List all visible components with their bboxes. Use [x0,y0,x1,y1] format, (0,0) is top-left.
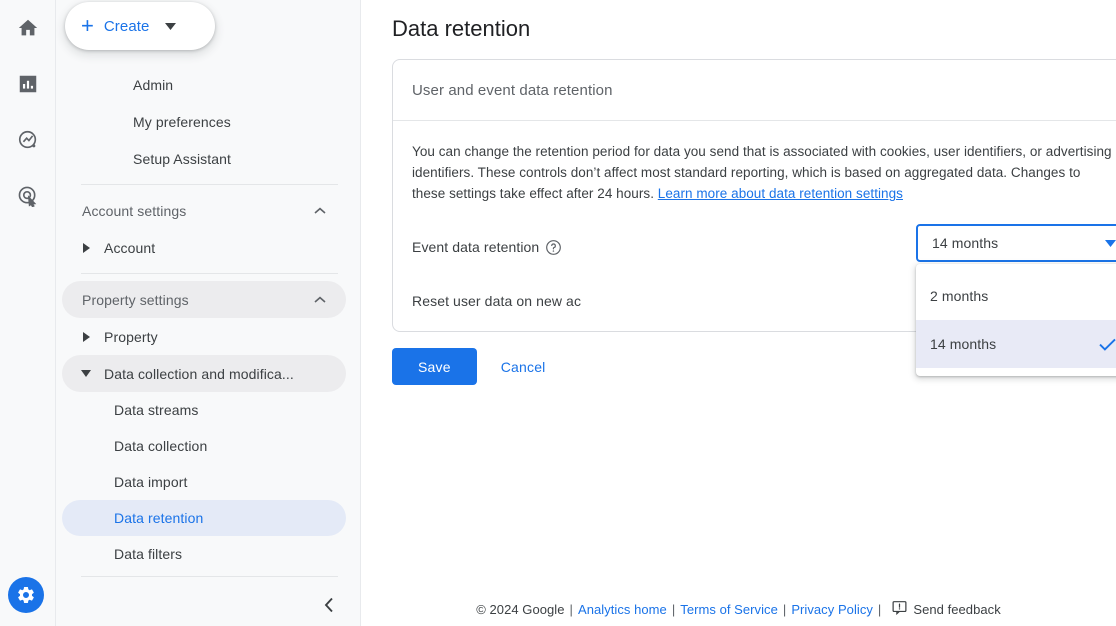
event-data-retention-label: Event data retention [412,239,562,256]
sidebar-item-setup-assistant[interactable]: Setup Assistant [56,140,360,177]
chevron-down-icon[interactable] [76,370,96,377]
sidebar-section-label: Account settings [82,203,186,219]
sidebar-item-label: Data collection [114,438,207,454]
sidebar-item-my-preferences[interactable]: My preferences [56,103,360,140]
event-data-retention-select[interactable]: 14 months [916,224,1116,262]
chevron-right-icon[interactable] [76,332,96,342]
chevron-up-icon [314,291,326,309]
sidebar-item-label: Property [104,329,158,345]
cancel-button[interactable]: Cancel [491,348,556,385]
sidebar-item-data-import[interactable]: Data import [62,464,346,500]
sidebar-item-property[interactable]: Property [62,318,346,355]
event-data-retention-dropdown-menu: 2 months 14 months [916,264,1116,376]
sidebar-section-account-settings[interactable]: Account settings [62,192,346,229]
footer-separator: | [565,602,578,617]
page-title: Data retention [392,16,530,42]
create-button-label: Create [104,18,150,35]
chevron-right-icon[interactable] [76,243,96,253]
field-label-text: Event data retention [412,239,539,255]
explore-icon[interactable] [8,120,48,160]
sidebar-item-admin[interactable]: Admin [56,66,360,103]
reports-icon[interactable] [8,64,48,104]
sidebar-section-property-settings[interactable]: Property settings [62,281,346,318]
card-description: You can change the retention period for … [412,141,1116,204]
advertising-icon[interactable] [8,176,48,216]
sidebar-item-data-filters[interactable]: Data filters [62,536,346,572]
sidebar-item-label: Setup Assistant [76,151,231,167]
menu-item-label: 2 months [930,288,988,304]
footer-link-analytics-home[interactable]: Analytics home [578,602,667,617]
footer-separator: | [873,602,886,617]
sidebar-footer [56,569,360,626]
chevron-down-icon[interactable] [1105,234,1116,252]
sidebar-item-account[interactable]: Account [62,229,346,266]
chevron-left-icon [324,597,335,613]
sidebar-nav: Admin My preferences Setup Assistant Acc… [56,66,360,572]
help-circle-icon[interactable] [545,239,562,256]
sidebar-section-label: Property settings [82,292,189,308]
main-content: Data retention User and event data reten… [361,0,1116,626]
card-header-label: User and event data retention [412,82,613,99]
settings-gear-button[interactable] [8,577,44,613]
card-header: User and event data retention [393,60,1116,121]
chevron-up-icon [314,202,326,220]
create-button[interactable]: + Create [65,2,215,50]
footer-separator: | [667,602,680,617]
sidebar-item-label: Data import [114,474,187,490]
sidebar-item-data-streams[interactable]: Data streams [62,392,346,428]
home-icon[interactable] [8,8,48,48]
select-value: 14 months [932,235,998,251]
learn-more-link[interactable]: Learn more about data retention settings [658,186,903,201]
sidebar-item-label: Data collection and modifica... [104,366,294,382]
send-feedback-label: Send feedback [913,602,1000,617]
sidebar-item-label: My preferences [76,114,231,130]
plus-icon: + [81,15,94,37]
check-icon [1099,338,1116,351]
footer-copyright: © 2024 Google [476,602,564,617]
chevron-down-icon[interactable] [165,17,176,35]
sidebar-item-data-retention[interactable]: Data retention [62,500,346,536]
sidebar-item-label: Admin [76,77,173,93]
sidebar-item-label: Data streams [114,402,198,418]
menu-item-14-months[interactable]: 14 months [916,320,1116,368]
app-root: + Create Admin My preferences Setup Assi… [0,0,1116,626]
icon-rail [0,0,56,626]
sidebar-divider-mid [81,273,338,274]
save-button[interactable]: Save [392,348,477,385]
sidebar-item-label: Data retention [114,510,203,526]
send-feedback-button[interactable]: Send feedback [886,600,1000,618]
footer: © 2024 Google | Analytics home | Terms o… [361,592,1116,626]
sidebar-item-label: Data filters [114,546,182,562]
footer-link-terms-of-service[interactable]: Terms of Service [680,602,778,617]
menu-item-2-months[interactable]: 2 months [916,272,1116,320]
footer-separator: | [778,602,791,617]
sidebar-divider-bottom [81,576,338,577]
sidebar-item-data-collection[interactable]: Data collection [62,428,346,464]
sidebar-divider-top [81,184,338,185]
feedback-icon [892,600,907,618]
sidebar-item-data-collection-and-modification[interactable]: Data collection and modifica... [62,355,346,392]
footer-link-privacy-policy[interactable]: Privacy Policy [791,602,873,617]
menu-item-label: 14 months [930,336,996,352]
form-actions: Save Cancel [392,348,556,385]
collapse-sidebar-button[interactable] [56,584,360,626]
sidebar-item-label: Account [104,240,155,256]
sidebar: + Create Admin My preferences Setup Assi… [56,0,361,626]
